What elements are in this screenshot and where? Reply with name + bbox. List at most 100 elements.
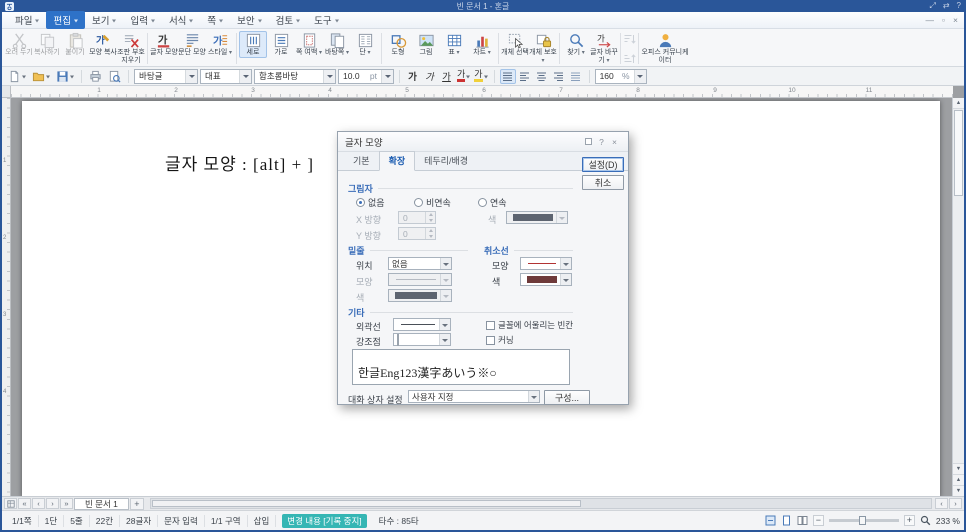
dialog-help-icon[interactable]: ?	[595, 136, 608, 147]
configure-button[interactable]: 구성...	[544, 390, 590, 405]
track-changes-badge[interactable]: 변경 내용 [기록 중지]	[282, 513, 367, 528]
ribbon-chart[interactable]: 차트	[468, 31, 496, 57]
preview-button[interactable]	[106, 69, 123, 84]
vertical-scroll-thumb[interactable]	[954, 110, 963, 196]
next-tab-button[interactable]: ›	[46, 498, 59, 509]
view-layout-icon[interactable]	[4, 498, 17, 509]
scroll-up-icon[interactable]: ▲	[953, 98, 964, 109]
magnifier-icon[interactable]	[920, 515, 931, 526]
ribbon-columns[interactable]: 단	[351, 31, 379, 57]
dialog-settings-select[interactable]: 사용자 지정	[408, 390, 540, 403]
switch-window-icon[interactable]: ⇄	[943, 0, 950, 12]
next-page-icon[interactable]: ▼	[953, 485, 964, 496]
ribbon-picture[interactable]: 그림	[412, 31, 440, 57]
help-icon[interactable]: ?	[957, 0, 961, 12]
align-center-button[interactable]	[534, 69, 550, 84]
menu-file[interactable]: 파일	[8, 11, 46, 29]
menu-security[interactable]: 보안	[230, 11, 268, 29]
fullscreen-icon[interactable]: ⤢	[929, 0, 935, 12]
doc-restore-icon[interactable]: ▫	[942, 15, 945, 25]
vertical-scrollbar[interactable]: ▲ ▼ ▲ ▼	[952, 98, 964, 496]
open-document-button[interactable]	[30, 69, 52, 84]
ruler-corner-box[interactable]	[2, 86, 11, 98]
strikeout-shape-select[interactable]	[520, 257, 572, 270]
print-button[interactable]	[87, 69, 104, 84]
align-right-button[interactable]	[551, 69, 567, 84]
zoom-in-button[interactable]: +	[903, 515, 915, 526]
scroll-down-icon[interactable]: ▼	[953, 463, 964, 474]
font-size-select[interactable]: 10.0 pt	[338, 68, 394, 84]
status-insert-mode[interactable]: 삽입	[248, 514, 277, 527]
horizontal-scrollbar[interactable]	[149, 498, 932, 509]
ribbon-shapes[interactable]: 도형	[384, 31, 412, 57]
add-tab-button[interactable]: +	[129, 497, 144, 510]
style-select[interactable]: 바탕글	[134, 68, 198, 84]
zoom-slider-thumb[interactable]	[858, 516, 866, 525]
tab-extended[interactable]: 확장	[378, 151, 416, 171]
menu-view[interactable]: 보기	[85, 11, 123, 29]
zoom-out-button[interactable]: −	[812, 515, 824, 526]
menu-input[interactable]: 입력	[123, 11, 161, 29]
zoom-slider[interactable]	[828, 516, 899, 525]
dialog-titlebar[interactable]: 글자 모양 ? ×	[338, 132, 628, 152]
dialog-close-icon[interactable]: ×	[608, 136, 621, 147]
font-select[interactable]: 함초롬바탕	[254, 68, 336, 84]
menu-tools[interactable]: 도구	[307, 11, 345, 29]
ribbon-horizontal[interactable]: 가로	[267, 31, 295, 57]
prev-page-icon[interactable]: ▲	[953, 474, 964, 485]
save-button[interactable]	[54, 69, 76, 84]
last-tab-button[interactable]: »	[60, 498, 73, 509]
kerning-checkbox[interactable]: 커닝	[486, 334, 514, 346]
align-justify-button[interactable]	[499, 68, 516, 84]
cancel-button[interactable]: 취소	[582, 175, 624, 190]
font-fitting-space-checkbox[interactable]: 글꼴에 어울리는 빈칸	[486, 319, 573, 331]
ribbon-char-shape[interactable]: 가 글자 모양	[150, 31, 178, 57]
ribbon-vertical[interactable]: 세로	[239, 31, 267, 59]
doc-minimize-icon[interactable]: —	[926, 15, 935, 25]
accent-mark-select[interactable]	[393, 333, 451, 346]
ribbon-erase-marks[interactable]: 조판 부호 지우기	[117, 31, 145, 66]
tab-border-background[interactable]: 테두리/배경	[415, 152, 477, 170]
ribbon-copy-format[interactable]: 가 모양 복사	[89, 31, 117, 57]
whole-page-view-icon[interactable]	[781, 515, 792, 526]
prev-tab-button[interactable]: ‹	[32, 498, 45, 509]
ribbon-master-page[interactable]: 바탕쪽	[323, 31, 351, 57]
tab-basic[interactable]: 기본	[344, 152, 379, 170]
doc-close-icon[interactable]: ×	[953, 15, 958, 25]
underline-button[interactable]: 가	[439, 69, 454, 84]
menu-format[interactable]: 서식	[162, 11, 200, 29]
ribbon-table[interactable]: 표	[440, 31, 468, 57]
ribbon-page-margin[interactable]: 쪽 여백	[295, 31, 323, 57]
scroll-left-icon[interactable]: ‹	[935, 498, 948, 509]
horizontal-scroll-thumb[interactable]	[151, 500, 581, 507]
ribbon-cut[interactable]: 오려 두기	[5, 31, 33, 57]
zoom-percentage[interactable]: 233 %	[936, 516, 960, 526]
menu-edit[interactable]: 편집	[46, 11, 85, 29]
dialog-pin-icon[interactable]	[582, 136, 595, 147]
outline-shape-select[interactable]	[393, 318, 451, 331]
italic-button[interactable]: 가	[422, 69, 437, 84]
sort-ascending-button[interactable]	[623, 33, 636, 51]
scroll-right-icon[interactable]: ›	[949, 498, 962, 509]
line-spacing-select[interactable]: 160%	[594, 68, 647, 84]
ribbon-object-protect[interactable]: 개체 보호	[529, 31, 557, 66]
ribbon-object-select[interactable]: 개체 선택	[501, 31, 529, 57]
vertical-ruler[interactable]: 1 2 3 4	[2, 98, 11, 496]
underline-position-select[interactable]: 없음	[388, 257, 452, 270]
shadow-continuous-radio[interactable]: 연속	[478, 196, 507, 209]
ribbon-replace[interactable]: 가 글자 바꾸기	[590, 31, 618, 66]
two-page-view-icon[interactable]	[797, 515, 808, 526]
first-tab-button[interactable]: «	[18, 498, 31, 509]
ribbon-para-shape[interactable]: 문단 모양	[178, 31, 206, 57]
ribbon-paste[interactable]: 붙이기	[61, 31, 89, 57]
shadow-none-radio[interactable]: 없음	[356, 196, 385, 209]
align-distribute-button[interactable]	[568, 69, 584, 84]
highlight-color-button[interactable]: 가	[473, 69, 488, 84]
strikeout-color-picker[interactable]	[520, 273, 572, 286]
ribbon-communicator[interactable]: 오피스 커뮤니케이터	[641, 31, 689, 66]
bold-button[interactable]: 가	[405, 69, 420, 84]
align-left-button[interactable]	[517, 69, 533, 84]
menu-review[interactable]: 검토	[269, 11, 307, 29]
horizontal-ruler[interactable]: 1 2 3 4 5 6 7 8 9 10 11	[11, 86, 953, 98]
page-width-view-icon[interactable]	[765, 515, 776, 526]
